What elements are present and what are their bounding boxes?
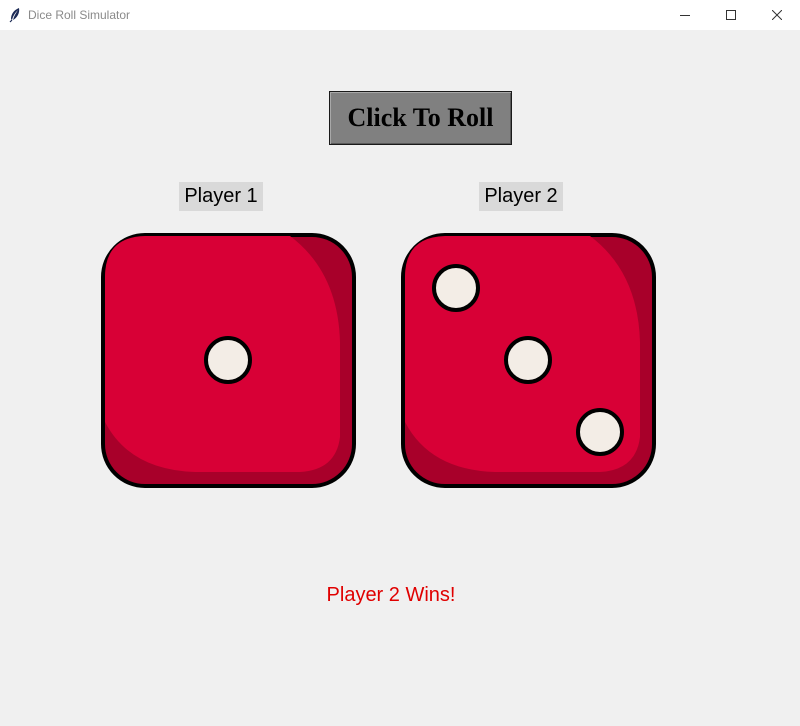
app-window: Dice Roll Simulator Click To Roll Player… [0,0,800,726]
close-icon [772,10,782,20]
maximize-button[interactable] [708,0,754,30]
player-1-label: Player 1 [179,182,263,211]
title-bar[interactable]: Dice Roll Simulator [0,0,800,31]
result-text: Player 2 Wins! [326,584,456,606]
window-title: Dice Roll Simulator [28,8,131,22]
maximize-icon [726,10,736,20]
player-2-die [401,233,656,488]
die-pip [432,264,480,312]
close-button[interactable] [754,0,800,30]
player-1-die [101,233,356,488]
die-pip [576,408,624,456]
minimize-icon [680,15,690,16]
feather-icon [9,8,20,23]
die-pip [504,336,552,384]
roll-button[interactable]: Click To Roll [329,91,512,145]
minimize-button[interactable] [662,0,708,30]
die-pip [204,336,252,384]
player-2-label: Player 2 [479,182,563,211]
